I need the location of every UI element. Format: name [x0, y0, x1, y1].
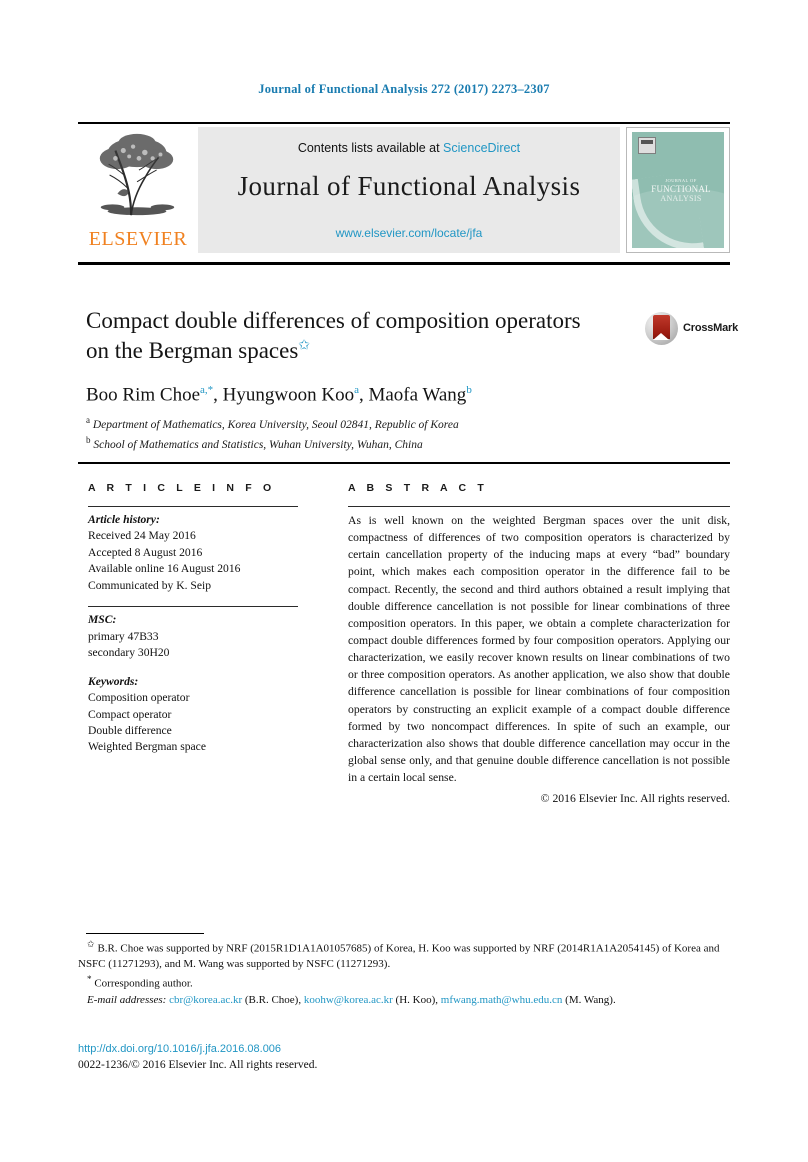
- author-marks-2: b: [466, 384, 472, 396]
- author-name-1: Hyungwoon Koo: [222, 384, 355, 406]
- issn-copyright-line: 0022-1236/© 2016 Elsevier Inc. All right…: [78, 1059, 318, 1071]
- affiliation-b: b School of Mathematics and Statistics, …: [86, 434, 706, 454]
- masthead-bottom-rule: [78, 262, 730, 265]
- contents-banner: Contents lists available at ScienceDirec…: [198, 127, 620, 253]
- article-info-header: A R T I C L E I N F O: [88, 482, 276, 494]
- footnotes: ✩ B.R. Choe was supported by NRF (2015R1…: [78, 938, 733, 1010]
- author-name-0: Boo Rim Choe: [86, 384, 201, 406]
- title-text: Compact double differences of compositio…: [86, 308, 581, 363]
- history-communicated-by: Communicated by K. Seip: [88, 578, 212, 592]
- abstract-header: A B S T R A C T: [348, 482, 488, 494]
- keyword-1: Compact operator: [88, 707, 172, 721]
- contents-prefix: Contents lists available at: [297, 141, 444, 155]
- affiliations: a Department of Mathematics, Korea Unive…: [86, 414, 706, 453]
- history-received: Received 24 May 2016: [88, 529, 196, 543]
- author-name-2: Maofa Wang: [368, 384, 467, 406]
- affiliation-mark-b: b: [86, 434, 91, 445]
- article-first-page: Journal of Functional Analysis 272 (2017…: [0, 0, 808, 1162]
- msc-secondary: secondary 30H20: [88, 646, 170, 660]
- history-accepted: Accepted 8 August 2016: [88, 545, 203, 559]
- info-top-rule: [78, 462, 730, 464]
- journal-homepage-link[interactable]: www.elsevier.com/locate/jfa: [198, 226, 620, 240]
- keyword-3: Weighted Bergman space: [88, 740, 206, 754]
- journal-masthead: ELSEVIER Contents lists available at Sci…: [78, 122, 730, 256]
- doi-link[interactable]: http://dx.doi.org/10.1016/j.jfa.2016.08.…: [78, 1043, 281, 1055]
- sciencedirect-link[interactable]: ScienceDirect: [443, 141, 520, 155]
- author-marks-1: a: [354, 384, 359, 396]
- affiliation-a: a Department of Mathematics, Korea Unive…: [86, 414, 706, 434]
- contents-available-line: Contents lists available at ScienceDirec…: [198, 141, 620, 155]
- journal-title: Journal of Functional Analysis: [237, 171, 581, 201]
- abstract-text: As is well known on the weighted Bergman…: [348, 514, 730, 785]
- email-link-1[interactable]: koohw@korea.ac.kr: [304, 994, 393, 1006]
- crossmark-badge[interactable]: CrossMark: [645, 312, 738, 346]
- msc-block: MSC: primary 47B33 secondary 30H20: [88, 612, 298, 661]
- keywords-block: Keywords: Composition operator Compact o…: [88, 674, 298, 756]
- page-title: Compact double differences of compositio…: [86, 306, 606, 366]
- article-history-label: Article history:: [88, 513, 160, 526]
- cover-line-2: FUNCTIONAL: [651, 183, 711, 194]
- msc-rule: [88, 606, 298, 608]
- article-info-column: Article history: Received 24 May 2016 Ac…: [88, 506, 298, 768]
- affiliation-text-a: Department of Mathematics, Korea Univers…: [92, 418, 459, 431]
- running-head: Journal of Functional Analysis 272 (2017…: [258, 82, 550, 96]
- affiliation-text-b: School of Mathematics and Statistics, Wu…: [93, 438, 423, 451]
- email-addresses-label: E-mail addresses:: [87, 994, 167, 1007]
- footnote-emails: E-mail addresses: cbr@korea.ac.kr (B.R. …: [78, 993, 733, 1008]
- abstract-column: As is well known on the weighted Bergman…: [348, 506, 730, 807]
- elsevier-tree-icon: [99, 133, 175, 216]
- footnote-corresponding-text: Corresponding author.: [94, 978, 193, 991]
- author-marks-0: a,*: [200, 384, 214, 396]
- footnote-star-marker: ✩: [87, 939, 95, 949]
- affiliation-mark-a: a: [86, 415, 90, 425]
- footnote-funding: ✩ B.R. Choe was supported by NRF (2015R1…: [78, 938, 733, 972]
- email-owner-1: (H. Koo),: [395, 994, 439, 1007]
- keywords-label: Keywords:: [88, 674, 139, 688]
- journal-cover-thumbnail: JOURNAL OF FUNCTIONAL ANALYSIS: [626, 127, 730, 253]
- email-owner-2: (M. Wang).: [565, 994, 616, 1007]
- msc-primary: primary 47B33: [88, 629, 159, 643]
- footnote-corresponding-author: * Corresponding author.: [78, 973, 733, 992]
- crossmark-icon: [645, 312, 678, 345]
- cover-line-3: ANALYSIS: [660, 193, 702, 203]
- elsevier-wordmark: ELSEVIER: [88, 228, 188, 250]
- email-link-0[interactable]: cbr@korea.ac.kr: [169, 994, 242, 1006]
- history-available-online: Available online 16 August 2016: [88, 562, 241, 576]
- email-link-2[interactable]: mfwang.math@whu.edu.cn: [441, 994, 563, 1006]
- cover-title-text: JOURNAL OF FUNCTIONAL ANALYSIS: [646, 178, 716, 203]
- email-owner-0: (B.R. Choe),: [244, 994, 302, 1007]
- abstract-rule: [348, 506, 730, 507]
- abstract-copyright: © 2016 Elsevier Inc. All rights reserved…: [540, 792, 730, 806]
- footnote-asterisk-marker: *: [87, 974, 92, 985]
- title-footnote-marker[interactable]: ✩: [298, 338, 310, 353]
- author-list: Boo Rim Choea,*, Hyungwoon Kooa, Maofa W…: [86, 384, 472, 406]
- keyword-0: Composition operator: [88, 691, 190, 705]
- cover-publisher-icon: [638, 137, 656, 154]
- msc-label: MSC:: [88, 613, 117, 627]
- keyword-2: Double difference: [88, 723, 172, 737]
- elsevier-logo: ELSEVIER: [78, 127, 196, 253]
- crossmark-label: CrossMark: [683, 322, 739, 334]
- footnote-separator-rule: [86, 933, 204, 934]
- article-history-rule: [88, 506, 298, 507]
- article-history-block: Article history: Received 24 May 2016 Ac…: [88, 512, 298, 594]
- footnote-funding-text: B.R. Choe was supported by NRF (2015R1D1…: [78, 942, 720, 971]
